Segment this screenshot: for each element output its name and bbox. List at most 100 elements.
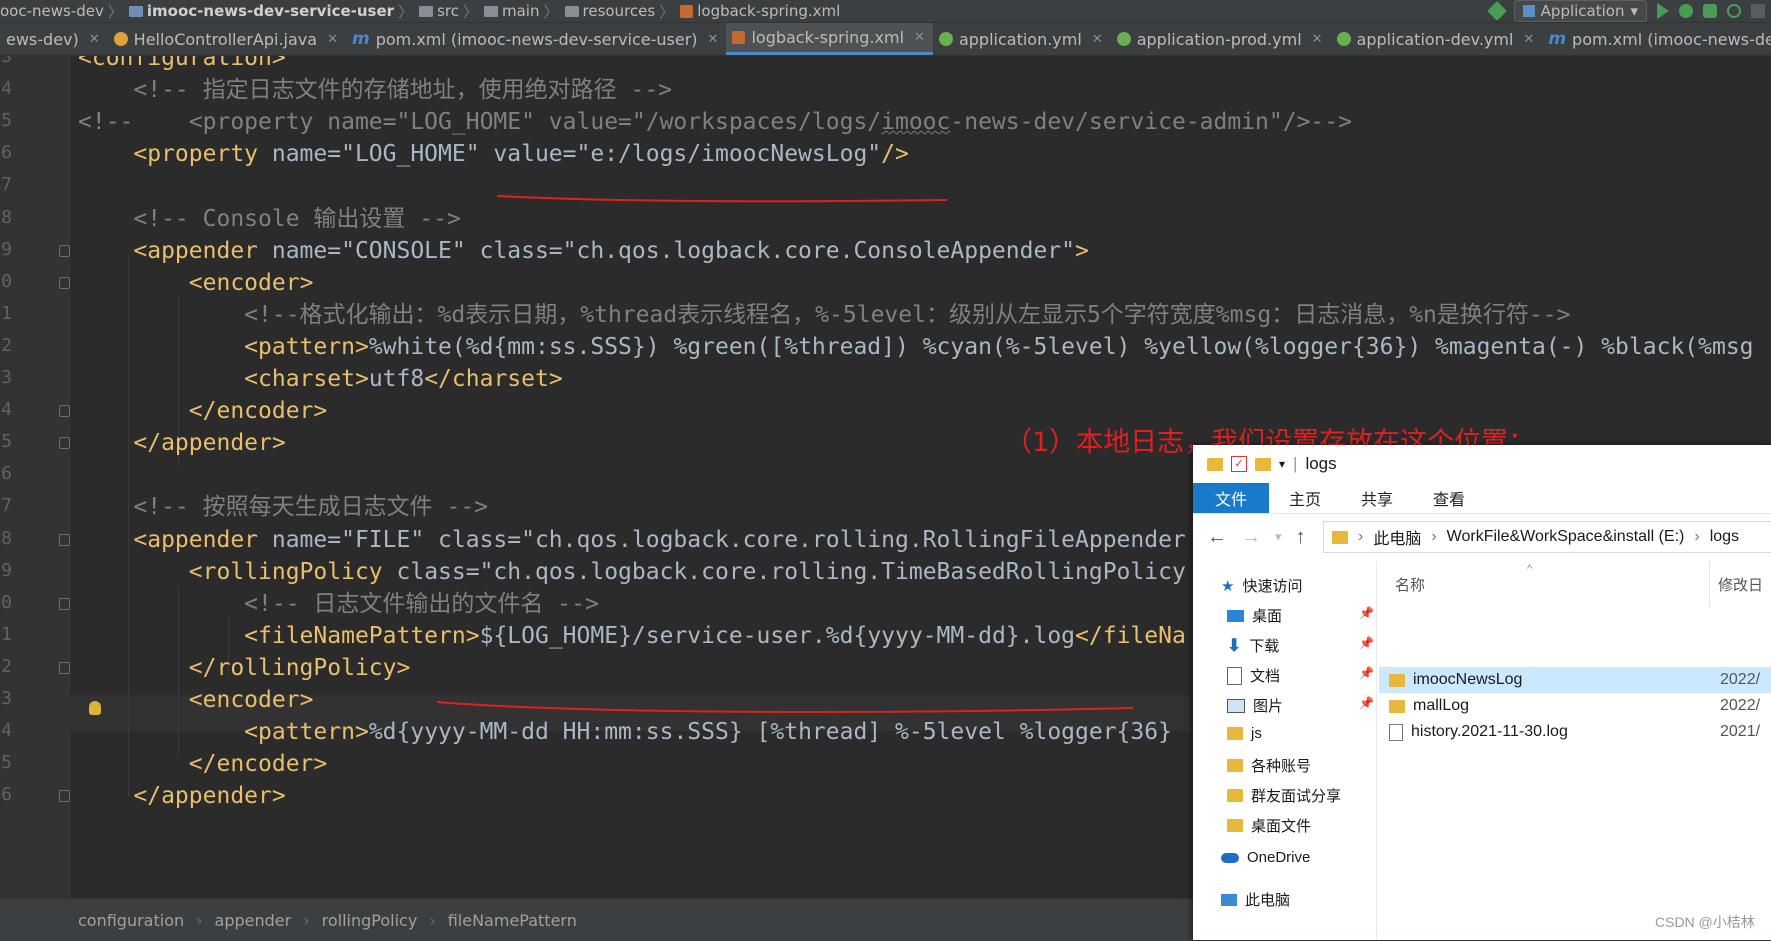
code-line[interactable]: <fileNamePattern>${LOG_HOME}/service-use… [78,618,1186,654]
recent-chevron-icon[interactable]: ▾ [1275,529,1282,545]
tab-logback-spring[interactable]: logback-spring.xml ✕ [726,23,933,55]
build-hammer-icon[interactable] [1486,1,1507,21]
close-icon[interactable]: ✕ [1092,32,1103,47]
close-icon[interactable]: ✕ [914,30,925,45]
code-line[interactable]: </rollingPolicy> [78,650,411,686]
code-line[interactable]: <!-- 按照每天生成日志文件 --> [78,489,488,525]
fold-toggle-icon[interactable] [59,661,70,674]
ribbon-tab-view[interactable]: 查看 [1413,483,1485,513]
fold-toggle-icon[interactable] [59,597,70,610]
column-header-modified[interactable]: 修改日 [1718,574,1763,595]
chevron-down-icon[interactable]: ▾ [1279,457,1285,471]
intention-bulb-icon[interactable] [89,701,101,715]
structure-crumb-configuration[interactable]: configuration [78,911,184,930]
profile-icon[interactable] [1727,4,1741,18]
code-line[interactable]: <encoder> [78,265,314,301]
up-arrow-icon[interactable]: ↑ [1296,526,1306,549]
code-line[interactable]: <appender name="FILE" class="ch.qos.logb… [78,522,1185,558]
nav-item-downloads[interactable]: ⬇ 下载 [1227,635,1279,656]
structure-crumb-appender[interactable]: appender [215,911,292,930]
code-line[interactable]: <appender name="CONSOLE" class="ch.qos.l… [78,233,1088,269]
forward-arrow-icon[interactable]: → [1241,526,1261,549]
ribbon-tab-home[interactable]: 主页 [1269,483,1341,513]
fold-toggle-icon[interactable] [59,533,70,546]
breadcrumb-item-main[interactable]: main [484,2,539,20]
code-line[interactable]: <!-- 指定日志文件的存储地址，使用绝对路径 --> [78,72,672,108]
nav-item-js[interactable]: js [1227,725,1262,742]
nav-item-this-pc[interactable]: 此电脑 [1221,889,1290,910]
ribbon-tab-share[interactable]: 共享 [1341,483,1413,513]
breadcrumb-item-src[interactable]: src [419,2,459,20]
path-segment[interactable]: WorkFile&WorkSpace&install (E:) [1447,528,1685,546]
code-line[interactable]: <encoder> [78,682,314,718]
run-icon[interactable] [1657,3,1669,19]
path-segment[interactable]: 此电脑 [1373,525,1421,549]
breadcrumb-item-resources[interactable]: resources [564,2,655,20]
close-icon[interactable]: ✕ [89,32,100,47]
nav-item-pictures[interactable]: 图片 [1227,695,1283,716]
tab-pom-service-admin[interactable]: m pom.xml (imooc-news-dev-service-a [1542,23,1771,55]
nav-item-documents[interactable]: 文档 [1227,665,1280,686]
fold-toggle-icon[interactable] [59,790,70,803]
breadcrumb-item-project[interactable]: ooc-news-dev [0,2,104,20]
close-icon[interactable]: ✕ [327,32,338,47]
breadcrumb-item-module[interactable]: imooc-news-dev-service-user [128,2,394,20]
code-line[interactable]: <rollingPolicy class="ch.qos.logback.cor… [78,554,1186,590]
close-icon[interactable]: ✕ [1312,32,1323,47]
close-icon[interactable]: ✕ [1523,32,1534,47]
coverage-icon[interactable] [1703,4,1717,18]
fold-toggle-icon[interactable] [59,437,70,450]
ribbon-tab-file[interactable]: 文件 [1193,483,1270,513]
code-line[interactable]: <charset>utf8</charset> [78,361,563,397]
tab-application-prod[interactable]: application-prod.yml ✕ [1111,23,1331,55]
code-line[interactable]: </encoder> [78,393,327,429]
code-line[interactable]: <pattern>%white(%d{mm:ss.SSS}) %green([%… [78,329,1753,365]
nav-item-interview-share[interactable]: 群友面试分享 [1227,785,1341,806]
code-line[interactable]: <!-- <property name="LOG_HOME" value="/w… [78,104,1352,140]
tab-module[interactable]: ews-dev) ✕ [0,23,108,55]
tab-application-yml[interactable]: application.yml ✕ [933,23,1111,55]
tab-hellocontrollerapi[interactable]: HelloControllerApi.java ✕ [108,23,346,55]
code-line[interactable]: </appender> [78,425,285,461]
debug-icon[interactable] [1679,4,1693,18]
structure-crumb-filenamepattern[interactable]: fileNamePattern [448,911,577,930]
path-segment[interactable]: logs [1710,528,1739,546]
file-row-imoocnewslog[interactable]: imoocNewsLog 2022/ [1379,667,1771,693]
code-line[interactable]: <pattern>%d{yyyy-MM-dd HH:mm:ss.SSS} [%t… [78,714,1172,750]
stop-icon[interactable] [1751,4,1765,18]
pin-icon[interactable]: 📌 [1359,606,1374,620]
breadcrumb-item-file[interactable]: logback-spring.xml [680,2,840,20]
run-configuration-select[interactable]: Application ▾ [1513,0,1647,22]
column-divider[interactable] [1709,561,1710,607]
nav-item-onedrive[interactable]: OneDrive [1221,849,1310,866]
fold-toggle-icon[interactable] [59,244,70,257]
code-line[interactable]: <!-- 日志文件输出的文件名 --> [78,586,599,622]
breadcrumb-separator-icon: 〉 [462,2,478,21]
column-header-name[interactable]: 名称 [1395,574,1425,595]
nav-item-desktop[interactable]: 桌面 [1227,605,1282,626]
file-row-malllog[interactable]: mallLog 2022/ [1379,693,1771,719]
structure-crumb-rollingpolicy[interactable]: rollingPolicy [322,911,418,930]
pin-icon[interactable]: 📌 [1359,636,1374,650]
tab-pom-service-user[interactable]: m pom.xml (imooc-news-dev-service-user) … [346,23,726,55]
fold-toggle-icon[interactable] [59,276,70,289]
address-path[interactable]: › 此电脑 › WorkFile&WorkSpace&install (E:) … [1323,521,1771,553]
pin-icon[interactable]: 📌 [1359,696,1374,710]
xml-file-icon [732,31,746,44]
pin-icon[interactable]: 📌 [1359,666,1374,680]
back-arrow-icon[interactable]: ← [1207,526,1227,549]
code-line[interactable]: <property name="LOG_HOME" value="e:/logs… [78,136,908,172]
new-folder-icon[interactable] [1255,457,1271,471]
code-line[interactable]: </appender> [78,778,285,814]
nav-item-accounts[interactable]: 各种账号 [1227,755,1311,776]
code-line[interactable]: <!-- Console 输出设置 --> [78,201,460,237]
code-line[interactable]: </encoder> [78,746,327,782]
fold-toggle-icon[interactable] [59,405,70,418]
nav-item-quick-access[interactable]: ★ 快速访问 [1221,575,1302,596]
close-icon[interactable]: ✕ [708,32,719,47]
nav-item-desktop-files[interactable]: 桌面文件 [1227,815,1311,836]
file-row-history-log[interactable]: history.2021-11-30.log 2021/ [1379,719,1771,745]
properties-checkbox-icon[interactable]: ✓ [1231,456,1247,472]
tab-application-dev[interactable]: application-dev.yml ✕ [1331,23,1543,55]
code-line[interactable]: <!--格式化输出：%d表示日期，%thread表示线程名，%-5level：级… [78,297,1570,333]
